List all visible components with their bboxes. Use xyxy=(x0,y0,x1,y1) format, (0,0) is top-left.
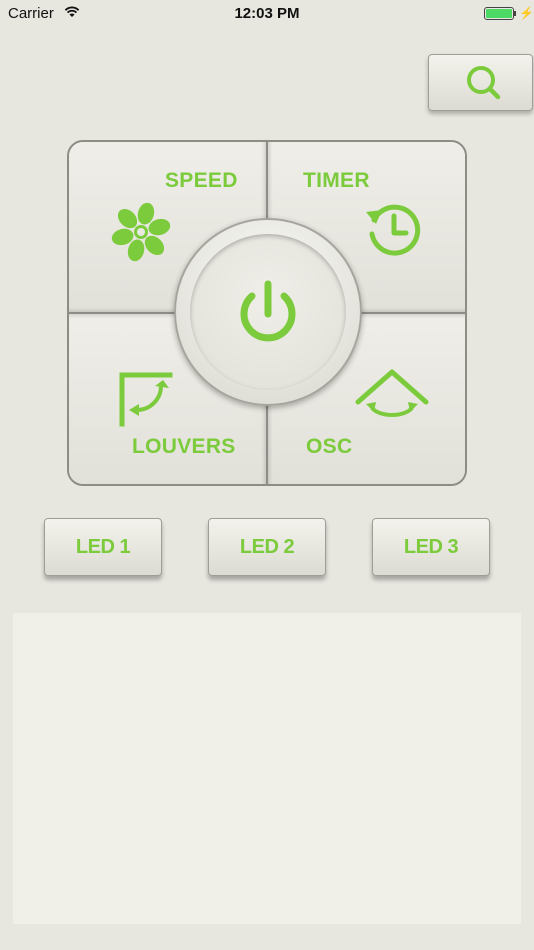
search-icon xyxy=(467,66,501,100)
battery-tip xyxy=(514,11,516,16)
osc-label: OSC xyxy=(306,435,353,458)
status-time: 12:03 PM xyxy=(234,5,300,22)
power-button[interactable] xyxy=(190,234,346,390)
louvers-icon xyxy=(119,372,173,427)
louvers-label: LOUVERS xyxy=(132,435,236,458)
power-icon xyxy=(240,280,296,342)
speed-label: SPEED xyxy=(165,169,238,192)
search-button[interactable] xyxy=(428,54,533,111)
display-panel xyxy=(13,613,521,924)
status-bar: Carrier 12:03 PM ⚡ xyxy=(0,0,534,28)
oscillate-icon xyxy=(355,369,429,417)
led-1-button[interactable]: LED 1 xyxy=(44,518,162,576)
led-2-button[interactable]: LED 2 xyxy=(208,518,326,576)
charging-icon: ⚡ xyxy=(519,6,534,20)
timer-label: TIMER xyxy=(303,169,370,192)
power-ring xyxy=(174,218,362,406)
battery-icon xyxy=(484,7,514,20)
timer-icon xyxy=(366,204,421,256)
led-3-button[interactable]: LED 3 xyxy=(372,518,490,576)
fan-icon xyxy=(111,202,171,262)
